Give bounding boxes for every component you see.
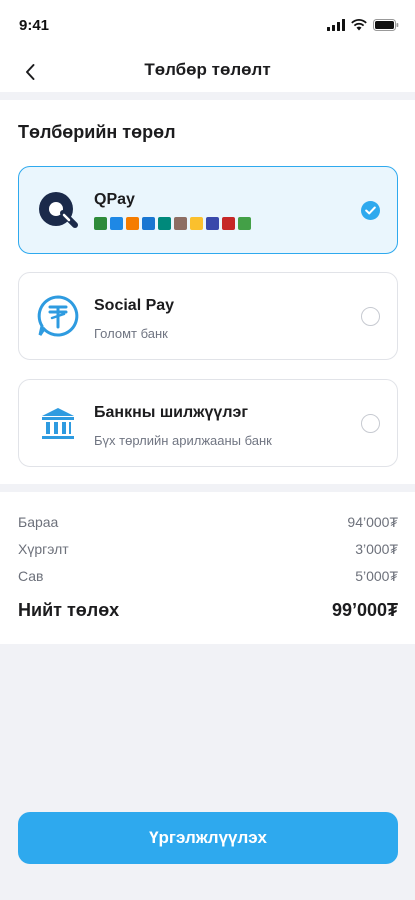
payment-option-name: QPay [94,191,135,208]
bank-logo-icon [142,217,155,230]
status-icons [327,19,399,31]
status-time: 9:41 [19,17,50,34]
total-label: Нийт төлөх [18,600,120,620]
status-bar: 9:41 [0,0,415,50]
summary-row-container: Сав 5’000₮ [18,568,398,584]
section-title: Төлбөрийн төрөл [18,122,176,142]
bank-logo-icon [206,217,219,230]
radio-unchecked[interactable] [361,307,380,326]
bank-logo-icon [222,217,235,230]
bank-logo-icon [238,217,251,230]
summary-label: Сав [18,568,44,584]
bank-logo-icon [110,217,123,230]
bank-logo-icon [190,217,203,230]
payment-option-name: Банкны шилжүүлэг [94,404,248,421]
payment-methods-section: Төлбөрийн төрөл QPay Social Pay Голомт б… [0,100,415,484]
battery-icon [373,19,399,31]
page-title: Төлбөр төлөлт [144,60,271,79]
social-pay-logo-icon [35,293,81,339]
payment-option-name: Social Pay [94,297,175,314]
payment-option-bank-transfer[interactable]: Банкны шилжүүлэг Бүх төрлийн арилжааны б… [18,379,398,467]
nav-bar: Төлбөр төлөлт [0,50,415,92]
wifi-icon [351,19,367,31]
summary-value: 3’000₮ [355,541,398,557]
continue-button[interactable]: Үргэлжлүүлэх [18,812,398,864]
bank-logo-icon [158,217,171,230]
payment-option-subtitle: Голомт банк [94,326,168,341]
bank-icons-row [94,217,251,230]
signal-icon [327,19,345,31]
summary-row-total: Нийт төлөх 99’000₮ [18,600,398,621]
summary-value: 94’000₮ [347,514,398,530]
summary-value: 5’000₮ [355,568,398,584]
total-value: 99’000₮ [331,600,398,620]
payment-option-social-pay[interactable]: Social Pay Голомт банк [18,272,398,360]
summary-row-goods: Бараа 94’000₮ [18,514,398,530]
bank-logo-icon [94,217,107,230]
qpay-logo-icon [35,187,81,233]
payment-option-subtitle: Бүх төрлийн арилжааны банк [94,433,272,448]
payment-option-qpay[interactable]: QPay [18,166,398,254]
radio-unchecked[interactable] [361,414,380,433]
summary-label: Бараа [18,514,59,530]
bank-logo-icon [126,217,139,230]
bank-building-icon [35,400,81,446]
checkmark-icon [365,206,376,215]
bank-logo-icon [174,217,187,230]
summary-row-delivery: Хүргэлт 3’000₮ [18,541,398,557]
order-summary: Бараа 94’000₮ Хүргэлт 3’000₮ Сав 5’000₮ … [0,492,415,644]
radio-checked[interactable] [361,201,380,220]
summary-label: Хүргэлт [18,541,69,557]
